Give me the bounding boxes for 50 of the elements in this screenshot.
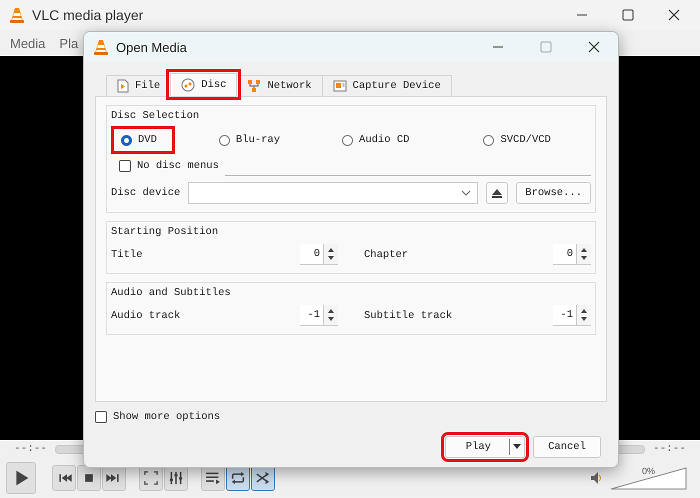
eject-icon — [491, 188, 504, 198]
field-label: Chapter — [364, 248, 410, 260]
caret-icon — [512, 444, 522, 450]
menu-item[interactable]: Media — [10, 36, 46, 50]
speaker-icon[interactable] — [590, 471, 602, 485]
tab[interactable]: Capture Device — [322, 75, 452, 96]
field-label: Disc device — [111, 187, 180, 199]
browse-button[interactable]: Browse... — [516, 182, 591, 204]
spin-box[interactable]: 0 — [553, 244, 591, 265]
spin-box[interactable]: -1 — [553, 305, 591, 326]
radio-option[interactable]: SVCD/VCD — [479, 132, 555, 148]
window-title: VLC media player — [32, 7, 144, 23]
spin-box[interactable]: 0 — [300, 244, 338, 265]
network-icon — [247, 79, 262, 93]
previous-button[interactable] — [52, 465, 76, 491]
disc-icon — [181, 78, 196, 92]
close-icon[interactable] — [588, 41, 600, 53]
maximize-icon[interactable] — [622, 9, 634, 21]
chevron-down-icon — [461, 190, 472, 196]
radio-option[interactable]: Blu-ray — [214, 132, 284, 148]
elapsed-time: --:-- — [14, 443, 48, 455]
play-button[interactable] — [6, 462, 36, 494]
stop-button[interactable] — [77, 465, 101, 491]
close-icon[interactable] — [668, 9, 680, 21]
capture-card-icon — [332, 80, 347, 92]
group-title: Starting Position — [111, 226, 218, 238]
menu-item[interactable]: Pla — [59, 36, 78, 50]
dialog-title: Open Media — [116, 40, 188, 54]
radio-option[interactable]: DVD — [117, 132, 161, 148]
field-label: Title — [111, 248, 144, 260]
vlc-cone-icon — [94, 39, 108, 55]
volume-label: 0% — [642, 466, 656, 476]
vlc-cone-icon — [10, 7, 24, 23]
spin-box[interactable]: -1 — [300, 305, 338, 326]
checkbox[interactable] — [119, 160, 131, 172]
volume-slider[interactable]: 0% — [610, 466, 688, 490]
group-title: Disc Selection — [111, 110, 200, 122]
group-title: Audio and Subtitles — [111, 287, 231, 299]
cancel-button[interactable]: Cancel — [533, 436, 601, 458]
checkbox[interactable] — [95, 411, 107, 423]
radio-option[interactable]: Audio CD — [338, 132, 414, 148]
checkbox-label: Show more options — [113, 411, 220, 423]
file-icon — [117, 79, 129, 93]
fullscreen-icon — [141, 468, 161, 488]
field-label: Subtitle track — [364, 310, 454, 322]
total-time: --:-- — [652, 443, 686, 455]
field-label: Audio track — [111, 310, 182, 322]
eject-button[interactable] — [486, 182, 508, 204]
checkbox-label: No disc menus — [137, 160, 219, 172]
tab[interactable]: File — [106, 75, 172, 96]
